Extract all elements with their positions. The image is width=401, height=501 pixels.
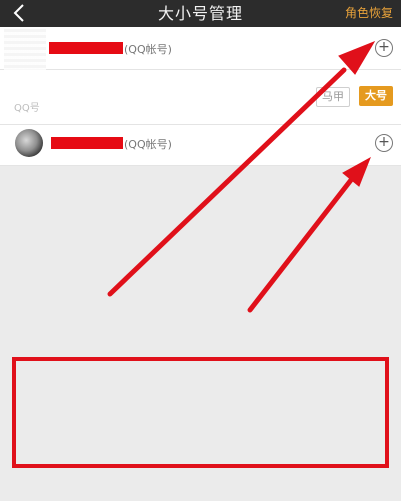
arrow-annotation-2 bbox=[247, 177, 354, 313]
annotation-overlay bbox=[107, 40, 376, 313]
arrow-annotation-1 bbox=[107, 67, 347, 297]
